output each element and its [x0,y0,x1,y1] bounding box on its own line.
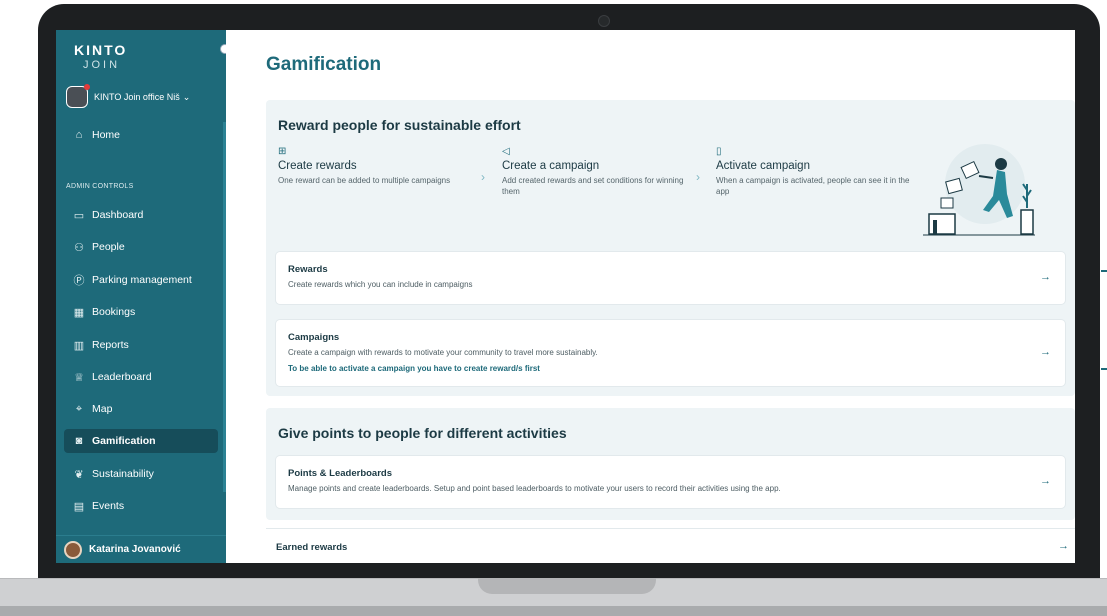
card-title: Points & Leaderboards [288,468,392,479]
step-create-rewards: ⊞ Create rewards One reward can be added… [278,146,478,186]
laptop-notch [478,578,656,594]
card-title: Campaigns [288,332,340,343]
gift-icon: ⊞ [278,146,287,157]
gamepad-icon: ◙ [75,435,83,447]
sidebar-item-home[interactable]: ⌂ Home [64,123,218,147]
step-title: Activate campaign [716,160,810,172]
bookings-icon: ▦ [73,306,85,319]
step-description: When a campaign is activated, people can… [716,176,910,196]
step-description: Add created rewards and set conditions f… [502,176,684,196]
sidebar-item-sustainability[interactable]: ❦ Sustainability [64,462,218,486]
main-content: Gamification Reward people for sustainab… [226,30,1075,563]
sidebar-item-label: Reports [92,339,129,351]
user-profile[interactable]: Katarina Jovanović [56,535,226,563]
sidebar-item-label: Dashboard [92,209,144,221]
sidebar-item-events[interactable]: ▤ Events [64,494,218,518]
step-title: Create rewards [278,160,357,172]
card-description: Manage points and create leaderboards. S… [288,484,781,493]
step-create-campaign: ◁ Create a campaign Add created rewards … [502,146,702,197]
decor-line [1101,270,1107,272]
chevron-right-icon: › [696,170,700,184]
sidebar-item-label: Events [92,500,125,512]
sidebar-item-label: Gamification [92,435,156,447]
sidebar-item-bookings[interactable]: ▦ Bookings [64,300,218,324]
avatar [64,540,82,559]
sidebar-item-label: Map [92,403,113,415]
points-section: Give points to people for different acti… [266,408,1075,520]
sidebar-item-reports[interactable]: ▥ Reports [64,333,218,357]
step-activate-campaign: ▯ Activate campaign When a campaign is a… [716,146,916,197]
dashboard-icon: ▭ [73,209,85,222]
sidebar-item-label: Bookings [92,306,136,318]
admin-controls-label: ADMIN CONTROLS [66,183,134,190]
megaphone-icon: ◁ [502,146,510,157]
step-title: Create a campaign [502,160,600,172]
sidebar-item-label: Home [92,129,121,141]
sidebar-item-label: People [92,241,125,253]
rewards-card[interactable]: Rewards Create rewards which you can inc… [276,252,1065,304]
sidebar-item-parking[interactable]: Ⓟ Parking management [64,268,218,292]
sidebar: KINTO JOIN KINTO Join office Niš ⌄ ⌂ Hom… [56,30,230,563]
logo: KINTO JOIN [74,42,127,71]
home-icon: ⌂ [75,129,83,141]
campaigns-card[interactable]: Campaigns Create a campaign with rewards… [276,320,1065,386]
sidebar-item-label: Leaderboard [92,371,152,383]
reward-section-heading: Reward people for sustainable effort [278,117,521,133]
office-name: KINTO Join office Niš [94,92,180,102]
map-icon: ⌖ [75,402,83,415]
arrow-right-icon: → [1040,271,1051,283]
leaf-icon: ❦ [74,468,84,481]
sidebar-item-map[interactable]: ⌖ Map [64,397,218,421]
arrow-right-icon: → [1058,540,1069,552]
step-description: One reward can be added to multiple camp… [278,176,451,185]
sidebar-item-people[interactable]: ⚇ People [64,235,218,259]
decor-line [1101,368,1107,370]
user-name: Katarina Jovanović [89,544,181,555]
leaderboard-icon: ♕ [74,371,84,384]
people-icon: ⚇ [74,241,84,254]
card-description: Create rewards which you can include in … [288,280,473,289]
logo-bottom: JOIN [83,59,121,71]
sidebar-item-leaderboard[interactable]: ♕ Leaderboard [64,365,218,389]
sidebar-item-label: Parking management [92,274,192,286]
chevron-right-icon: › [481,170,485,184]
sidebar-item-dashboard[interactable]: ▭ Dashboard [64,203,218,227]
sidebar-item-gamification[interactable]: ◙ Gamification [64,429,218,453]
screen: KINTO JOIN KINTO Join office Niš ⌄ ⌂ Hom… [56,30,1075,563]
phone-icon: ▯ [716,146,722,157]
card-title: Rewards [288,264,328,275]
reward-section: Reward people for sustainable effort ⊞ C… [266,100,1075,396]
arrow-right-icon: → [1040,346,1051,358]
arrow-right-icon: → [1040,475,1051,487]
earned-rewards-title: Earned rewards [276,542,348,553]
earned-rewards-row[interactable]: Earned rewards → [266,528,1075,563]
office-avatar [66,84,90,108]
sidebar-item-label: Sustainability [92,468,154,480]
reports-icon: ▥ [73,339,85,352]
calendar-icon: ▤ [73,500,85,513]
logo-top: KINTO [74,42,128,58]
office-selector[interactable]: KINTO Join office Niš ⌄ [66,84,191,108]
card-description: Create a campaign with rewards to motiva… [288,348,598,357]
points-section-heading: Give points to people for different acti… [278,425,567,441]
page-title: Gamification [266,54,382,75]
illustration [923,144,1035,236]
points-leaderboards-card[interactable]: Points & Leaderboards Manage points and … [276,456,1065,508]
card-warning: To be able to activate a campaign you ha… [288,364,540,373]
camera-icon [598,15,610,27]
parking-icon: Ⓟ [73,275,85,287]
chevron-down-icon: ⌄ [182,91,191,102]
